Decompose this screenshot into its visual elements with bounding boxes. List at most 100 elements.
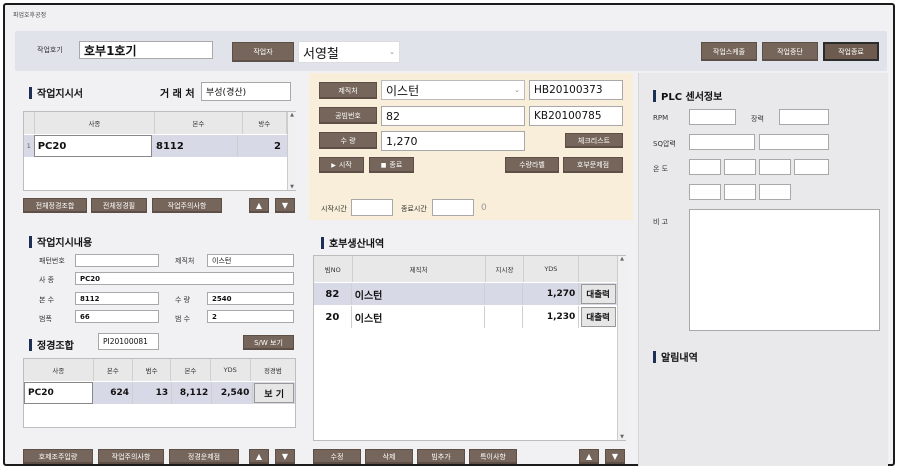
- rpm-field[interactable]: [689, 109, 736, 125]
- play-icon: ▶: [331, 161, 336, 169]
- table-row[interactable]: 20 이스턴 1,230 대출력: [314, 306, 617, 328]
- note-textarea[interactable]: [689, 209, 880, 331]
- sq-pressure-label: SQ압력: [653, 140, 676, 148]
- job-no-field[interactable]: 호부1호기: [79, 41, 213, 59]
- temp-field-7[interactable]: [759, 184, 791, 200]
- order-title: 작업지시서: [29, 85, 83, 100]
- full-warp-combo-button[interactable]: 전체정경조합: [23, 198, 87, 213]
- size-input-button[interactable]: 호제조주입량: [23, 449, 93, 464]
- arrow-up-icon[interactable]: ▲: [249, 449, 269, 464]
- work-notes-button-2[interactable]: 작업주의사항: [98, 449, 164, 464]
- arrow-down-icon[interactable]: ▼: [275, 198, 295, 213]
- row-index: 1: [26, 142, 31, 150]
- temp-field-6[interactable]: [724, 184, 756, 200]
- sw-view-button[interactable]: S/W 보기: [243, 335, 294, 350]
- table-row[interactable]: 82 이스턴 1,270 대출력: [314, 283, 617, 305]
- yarn-label: 사 종: [39, 276, 55, 284]
- start-time-field[interactable]: [351, 199, 393, 216]
- warp-issue-button-2[interactable]: 호부문제점: [563, 157, 623, 173]
- maker-select[interactable]: 이스턴 ⌄: [381, 80, 525, 100]
- job-no-label: 작업호기: [37, 46, 63, 54]
- order-grid-scrollbar[interactable]: ▲ ▼: [287, 112, 296, 190]
- end-button[interactable]: 작업종료: [823, 42, 879, 61]
- cell-beam-no: 82: [314, 283, 352, 305]
- yarn-field[interactable]: PC20: [75, 272, 294, 285]
- warp-issue-button[interactable]: 정경운제점: [169, 449, 239, 464]
- temp-label: 온 도: [653, 165, 669, 173]
- cell-beam-no: 20: [314, 306, 352, 328]
- col-header: 지시장: [485, 256, 525, 282]
- pattern-label: 패턴번호: [39, 257, 65, 265]
- delete-button[interactable]: 삭제: [365, 449, 413, 464]
- table-row[interactable]: 1 PC20 8112 2: [24, 135, 287, 157]
- scroll-up-icon[interactable]: ▲: [288, 112, 296, 118]
- maker-label: 제직처: [175, 257, 195, 265]
- scroll-up-icon[interactable]: ▲: [618, 256, 626, 262]
- code1-field[interactable]: HB20100373: [529, 80, 623, 100]
- cell-type: PC20: [33, 135, 153, 157]
- col-header: 빔NO: [314, 256, 353, 282]
- temp-field-1[interactable]: [689, 159, 721, 175]
- cell-count: 8112: [152, 135, 239, 157]
- end-time-field[interactable]: [432, 199, 474, 216]
- sq-pressure-field-1[interactable]: [689, 134, 755, 150]
- full-warp-done-button[interactable]: 전체정경필: [91, 198, 147, 213]
- work-notes-button[interactable]: 작업주의사항: [152, 198, 222, 213]
- temp-field-5[interactable]: [689, 184, 721, 200]
- special-notes-button[interactable]: 특이사항: [469, 449, 517, 464]
- qty-label-print-button[interactable]: 수량라벨: [505, 157, 559, 173]
- print-button[interactable]: 대출력: [580, 307, 616, 327]
- col-header: 정경범: [250, 359, 295, 381]
- qty-label: 수 량: [175, 296, 191, 304]
- start-button[interactable]: ▶ 시작: [319, 157, 364, 173]
- temp-field-4[interactable]: [794, 159, 829, 175]
- maker-field[interactable]: 이스턴: [207, 254, 294, 267]
- history-grid-scrollbar[interactable]: ▲ ▼: [617, 256, 626, 440]
- tension-field[interactable]: [779, 109, 829, 125]
- table-row[interactable]: PC20 624 13 8,112 2,540 보 기: [24, 382, 295, 404]
- history-grid-header: 빔NO 제직처 지시장 YDS: [314, 256, 617, 282]
- stop-button[interactable]: 작업중단: [762, 42, 818, 61]
- count-field[interactable]: 8112: [75, 292, 159, 305]
- scroll-down-icon[interactable]: ▼: [618, 434, 626, 440]
- end-label: 종료: [389, 161, 403, 169]
- end-button-main[interactable]: ■ 종료: [369, 157, 414, 173]
- beam-field[interactable]: 82: [381, 106, 525, 126]
- chevron-down-icon: ⌄: [389, 48, 395, 56]
- pattern-field[interactable]: [75, 254, 159, 267]
- edit-button[interactable]: 수정: [313, 449, 361, 464]
- print-button[interactable]: 대출력: [580, 284, 616, 304]
- cell-bang: 2: [274, 140, 281, 152]
- width-field[interactable]: 66: [75, 310, 159, 323]
- qty-field[interactable]: 2540: [207, 292, 294, 305]
- arrow-up-icon[interactable]: ▲: [249, 198, 269, 213]
- worker-select-value: 서영철: [303, 46, 339, 62]
- checklist-button[interactable]: 체크리스트: [565, 133, 623, 148]
- view-button[interactable]: 보 기: [254, 383, 295, 403]
- combo-title: 정경조합: [29, 337, 74, 352]
- add-beam-button[interactable]: 빔추가: [417, 449, 465, 464]
- arrow-down-icon[interactable]: ▼: [275, 449, 295, 464]
- temp-field-2[interactable]: [724, 159, 756, 175]
- sq-pressure-field-2[interactable]: [759, 134, 829, 150]
- combo-code-field[interactable]: PI20100081: [98, 333, 159, 350]
- app-window: 파업호후공정 작업호기 호부1호기 작업자 서영철 ⌄ 작업스케줄 작업중단 작…: [3, 3, 895, 466]
- col-header: YDS: [524, 256, 579, 282]
- schedule-button[interactable]: 작업스케줄: [701, 42, 757, 61]
- temp-field-3[interactable]: [759, 159, 791, 175]
- qty-field-main[interactable]: 1,270: [381, 131, 525, 151]
- bang-field[interactable]: 2: [207, 310, 294, 323]
- end-time-label: 종료시간: [401, 205, 427, 213]
- worker-select[interactable]: 서영철 ⌄: [298, 41, 400, 63]
- arrow-up-icon[interactable]: ▲: [579, 449, 599, 464]
- order-grid: 사종 본수 방수 1 PC20 8112 2 ▲ ▼: [23, 111, 296, 191]
- arrow-down-icon[interactable]: ▼: [605, 449, 625, 464]
- cell-count: 624: [93, 382, 133, 404]
- scroll-down-icon[interactable]: ▼: [288, 184, 296, 190]
- maker-label-button: 제직처: [319, 82, 377, 99]
- rpm-label: RPM: [653, 114, 669, 122]
- code2-field[interactable]: KB20100785: [529, 106, 623, 126]
- client-field[interactable]: 부성(경산): [201, 82, 291, 101]
- col-header: 사종: [24, 359, 94, 381]
- cell-maker: 이스턴: [352, 283, 486, 305]
